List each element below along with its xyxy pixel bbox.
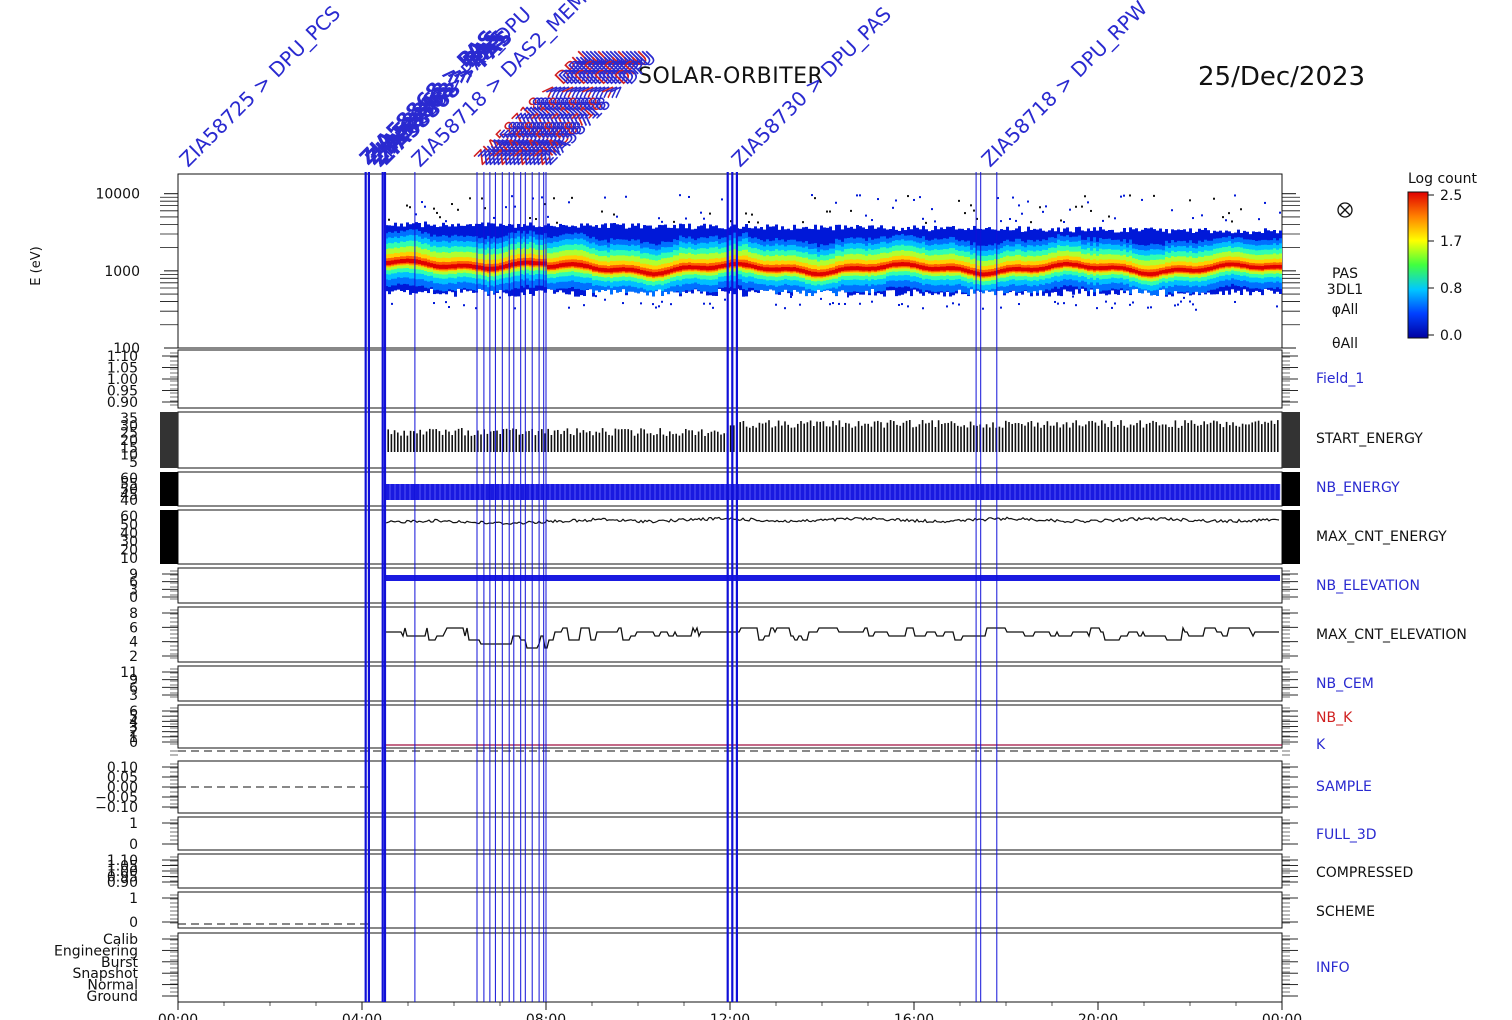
panel-label: MAX_CNT_ELEVATION (1316, 627, 1467, 643)
panel-nb-elevation: 9630NB_ELEVATION (129, 567, 1420, 606)
panel-frame (177, 665, 1283, 702)
y-tick-label: 1 (129, 816, 138, 832)
panel-frame (177, 891, 1283, 929)
panel-frame (177, 932, 1283, 1003)
y-tick-label: 40 (120, 493, 138, 509)
panel-label: NB_K (1316, 710, 1353, 726)
panel-label: COMPRESSED (1316, 865, 1413, 881)
start-energy-series (384, 420, 1279, 452)
colorbar-tick-label: 2.5 (1440, 188, 1462, 204)
y-tick-label: 0.90 (107, 875, 138, 891)
nb-elevation-series (385, 575, 1280, 581)
start-energy-side-fill (160, 412, 178, 468)
panel-label: FULL_3D (1316, 827, 1377, 843)
nb-energy-series (385, 484, 1280, 500)
panel-full-3d: 1 0 FULL_3D (129, 816, 1377, 853)
panel-label: NB_ELEVATION (1316, 578, 1420, 594)
panel-nb-k: 6543210NB_K (129, 704, 1353, 751)
x-tick-label: 00:00 (158, 1012, 198, 1020)
max-cnt-elevation-series (385, 625, 1279, 649)
panel-max-cnt-elevation: 8642MAX_CNT_ELEVATION (129, 606, 1467, 665)
panel-label: SAMPLE (1316, 779, 1372, 795)
y-tick-label: 10 (120, 551, 138, 567)
panel-k: K (170, 737, 1326, 756)
event-label: ZIA58730 > DPU_PAS (727, 2, 896, 171)
panel-label: K (1316, 737, 1326, 753)
x-tick-label: 12:00 (710, 1012, 750, 1020)
y-tick-label: 0 (129, 837, 138, 853)
y-tick-label: 1 (129, 891, 138, 907)
panel-label: NB_ENERGY (1316, 480, 1400, 496)
panel-label: SCHEME (1316, 904, 1375, 920)
colorbar-gradient (1407, 191, 1429, 339)
x-tick-label: 04:00 (342, 1012, 382, 1020)
y-tick-label: 2 (129, 649, 138, 665)
panel-frame (177, 853, 1283, 889)
y-tick-label: 0 (129, 915, 138, 931)
x-tick-label: 16:00 (894, 1012, 934, 1020)
x-tick-label: 20:00 (1078, 1012, 1118, 1020)
panel-frame (177, 567, 1283, 604)
y-tick-label: 10000 (95, 187, 140, 203)
panel-compressed: 1.101.051.000.950.90COMPRESSED (107, 853, 1413, 891)
panel-label: INFO (1316, 960, 1350, 976)
max-cnt-energy-side-fill (160, 510, 178, 564)
panel-label: NB_CEM (1316, 676, 1374, 692)
panel-label: MAX_CNT_ENERGY (1316, 529, 1447, 545)
spectrogram-label-theta: θAll (1332, 336, 1358, 352)
nb-energy-side-fill (160, 472, 178, 506)
event-label: ZIA58718 > DPU_RPW (977, 0, 1153, 172)
max-cnt-energy-series (384, 516, 1280, 525)
y-tick-label: Ground (87, 989, 139, 1005)
nb-energy-side-fill (1282, 472, 1300, 506)
panel-field-1: 1.101.051.000.950.90Field_1 (107, 349, 1364, 411)
spectrogram-label-phi: φAll (1332, 302, 1359, 318)
spectrogram-label-instrument: PAS (1332, 266, 1358, 282)
panel-max-cnt-energy: 605040302010MAX_CNT_ENERGY (120, 509, 1447, 567)
event-lines: ZIA58725 > DPU_PCS ZIA58868 > PAS_DPUZIA5… (175, 0, 1153, 1002)
spectrogram-ylabel: E (eV) (29, 246, 44, 285)
x-tick-label: 00:00 (1262, 1012, 1302, 1020)
max-cnt-energy-side-fill (1282, 510, 1300, 564)
y-tick-label: 0.90 (107, 395, 138, 411)
panel-label: Field_1 (1316, 371, 1364, 387)
y-tick-label: 3 (129, 688, 138, 704)
y-tick-label: 0 (129, 735, 138, 751)
panel-frame (177, 816, 1283, 851)
colorbar-tick-label: 1.7 (1440, 234, 1462, 250)
start-energy-side-fill (1282, 412, 1300, 468)
panel-nb-cem: 11963NB_CEM (120, 665, 1374, 704)
y-tick-label: 0 (129, 590, 138, 606)
panel-label: START_ENERGY (1316, 431, 1423, 447)
panel-scheme: 1 0 SCHEME (129, 891, 1375, 931)
y-tick-label: 5 (129, 455, 138, 471)
colorbar-tick-label: 0.8 (1440, 281, 1462, 297)
stack-plot: 100001000100E (eV) PAS3DL1φAllθAll2.51.70… (29, 0, 1467, 1020)
panel-frame (177, 704, 1283, 749)
colorbar-tick-label: 0.0 (1440, 328, 1462, 344)
x-tick-label: 08:00 (526, 1012, 566, 1020)
panel-frame (177, 760, 1283, 814)
panel-frame (177, 606, 1283, 663)
y-tick-label: 1000 (104, 264, 140, 280)
colorbar: 2.5 1.7 0.8 0.0 (1407, 188, 1462, 344)
spectrogram-label-product: 3DL1 (1327, 282, 1363, 298)
panel-frame (177, 349, 1283, 409)
y-tick-label: −0.10 (95, 800, 138, 816)
panel-info: CalibEngineeringBurstSnapshotNormalGroun… (54, 932, 1350, 1005)
x-axis: 00:00 04:00 08:00 12:00 16:00 20:00 00:00 (158, 1002, 1302, 1020)
panel-sample: 0.100.050.00−0.05−0.10SAMPLE (95, 760, 1372, 816)
event-label: ZIA58725 > DPU_PCS (175, 1, 346, 172)
